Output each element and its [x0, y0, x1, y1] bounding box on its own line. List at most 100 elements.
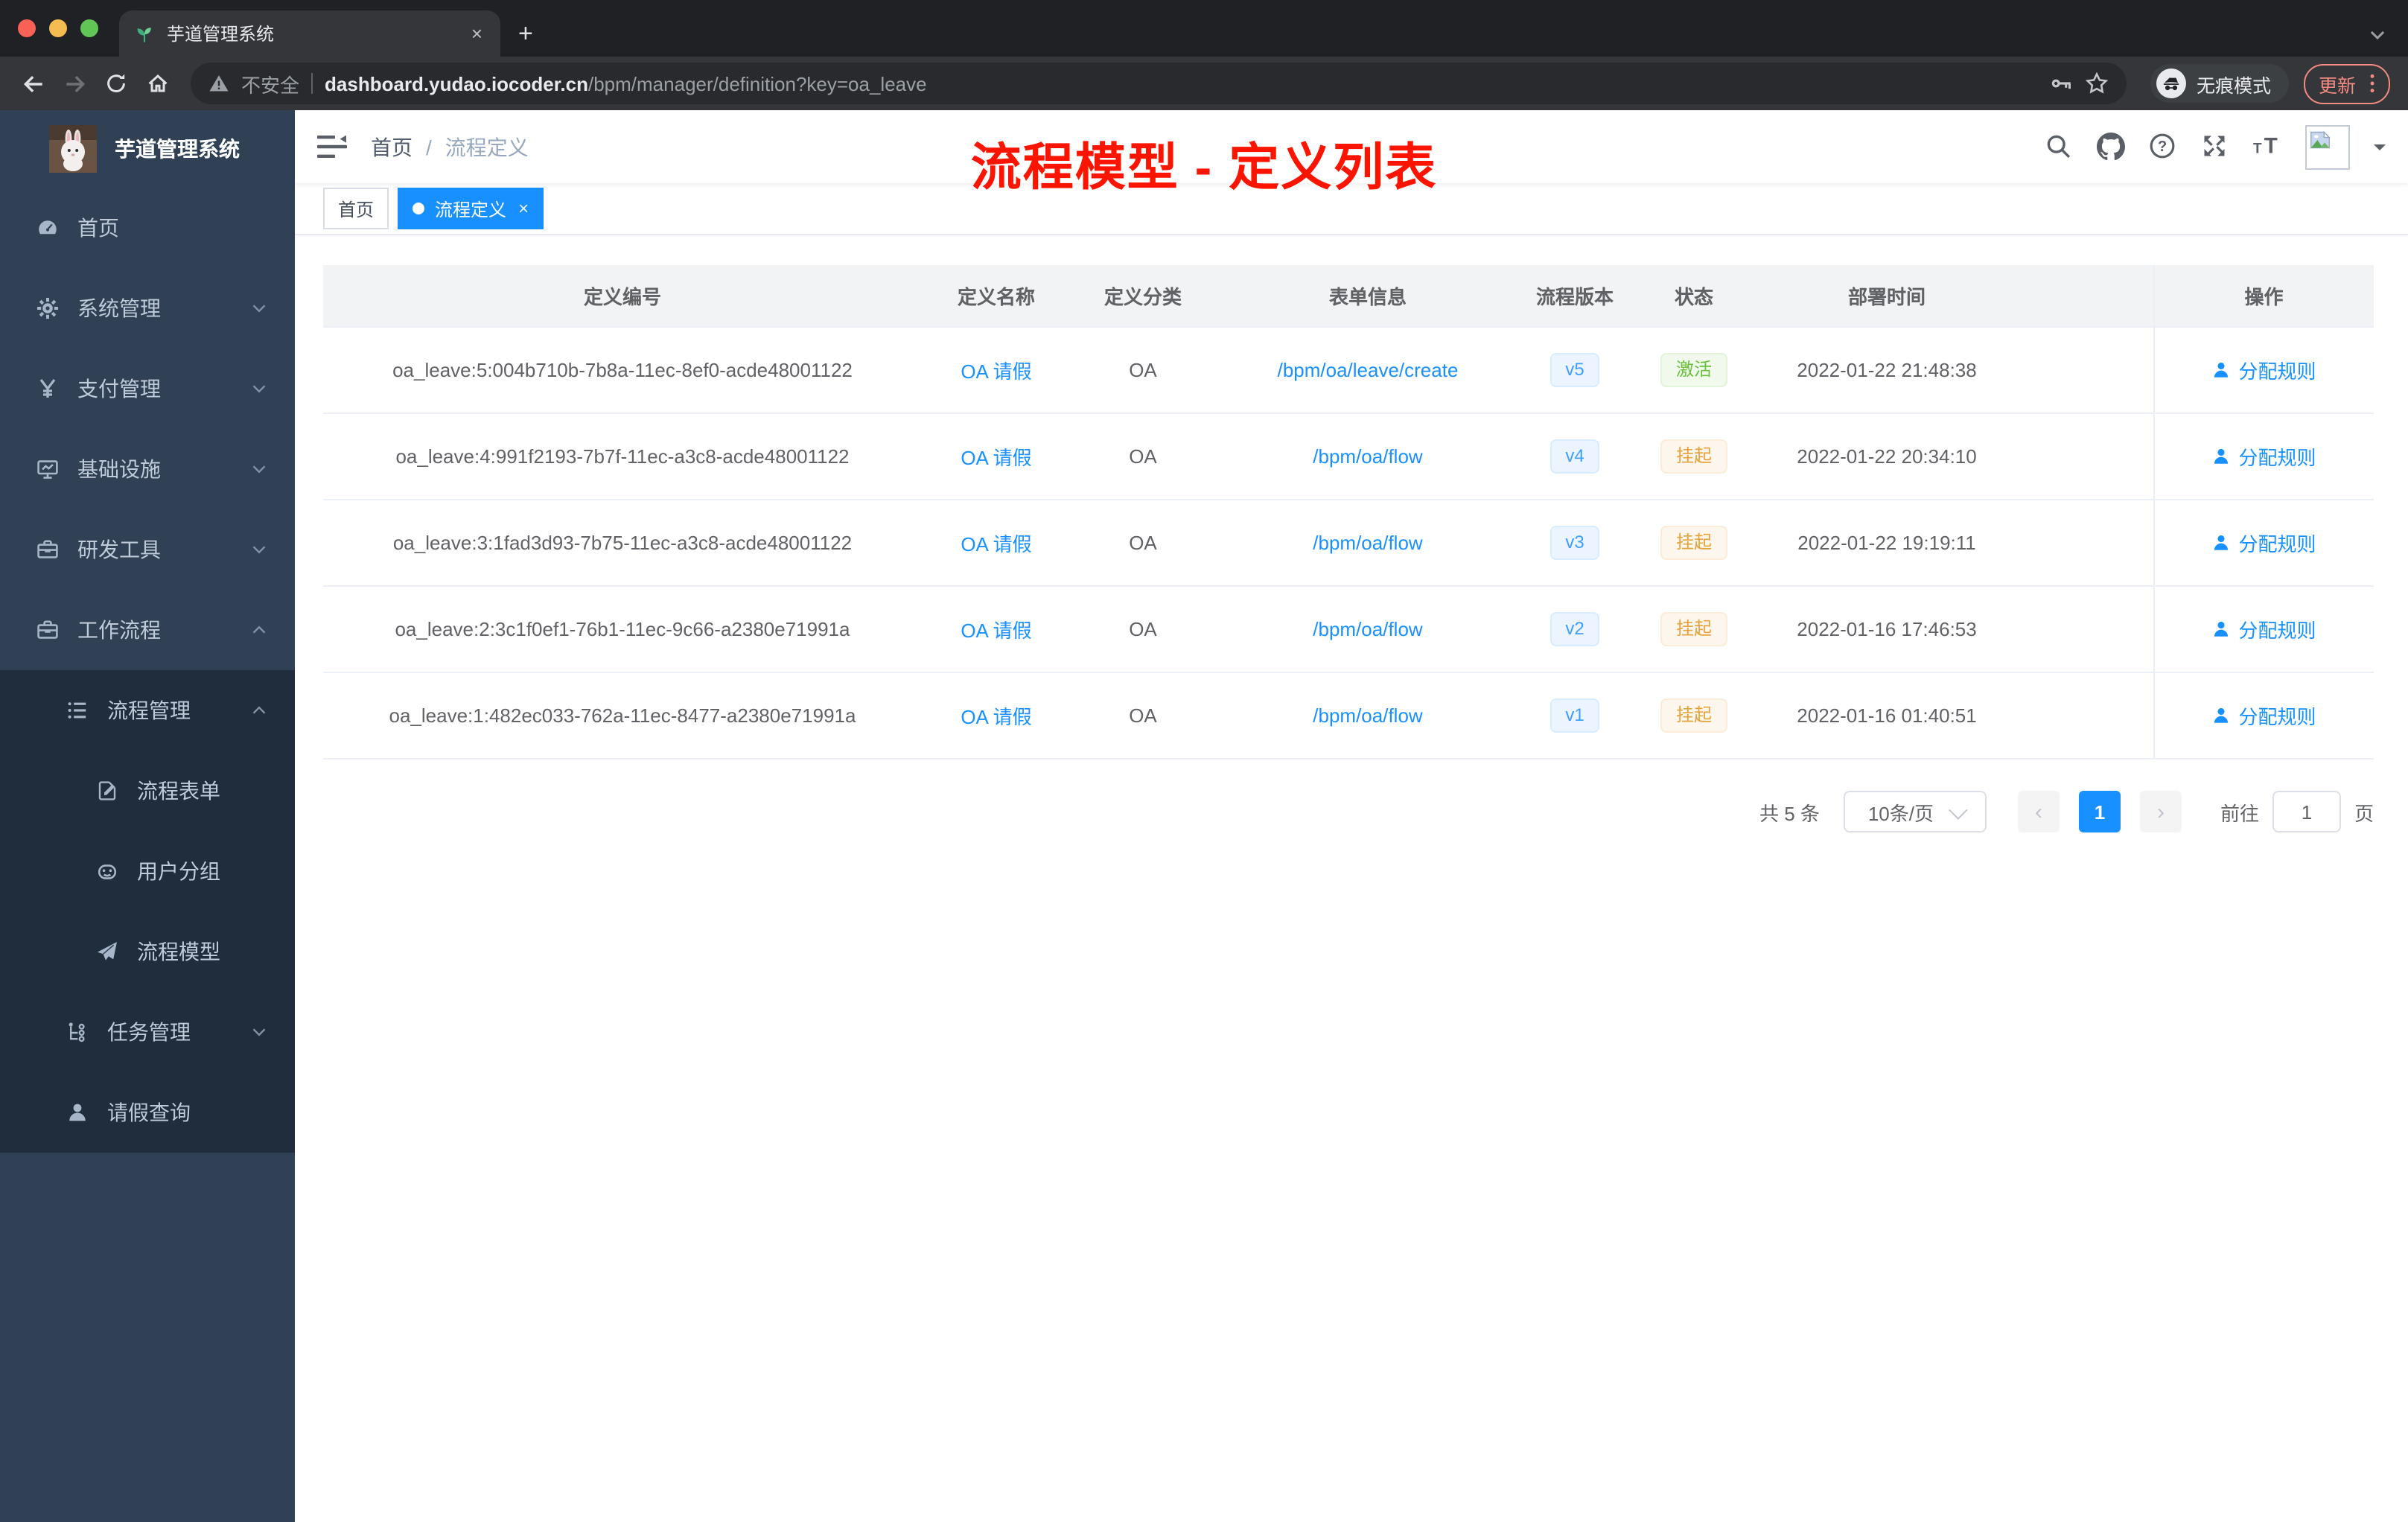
window-close-button[interactable] [18, 19, 36, 37]
address-bar[interactable]: 不安全 dashboard.yudao.iocoder.cn/bpm/manag… [191, 63, 2127, 104]
browser-chrome: 芋道管理系统 × + 不安全 dashboard.yudao.iocoder.c… [0, 0, 2408, 110]
tag-1[interactable]: 首页 [323, 188, 389, 229]
sidebar-item-7[interactable]: 流程管理 [0, 670, 295, 751]
pagination: 共 5 条 10条/页 ‹ 1 › 前往 页 [323, 791, 2374, 832]
sidebar-item-3[interactable]: 支付管理 [0, 348, 295, 429]
form-info-cell: /bpm/oa/flow [1215, 500, 1520, 587]
search-icon[interactable] [2045, 133, 2073, 161]
deploy-time-cell: 2022-01-22 20:34:10 [1759, 413, 2015, 500]
chrome-update-button[interactable]: 更新 [2303, 63, 2390, 104]
github-icon[interactable] [2097, 133, 2125, 161]
bookmark-star-icon[interactable] [2085, 71, 2109, 95]
sidebar-item-6[interactable]: 工作流程 [0, 590, 295, 670]
assign-rule-link[interactable]: 分配规则 [2211, 529, 2316, 557]
assign-rule-label: 分配规则 [2238, 620, 2316, 642]
current-page-button[interactable]: 1 [2078, 791, 2121, 832]
definition-name-link[interactable]: OA 请假 [961, 360, 1031, 383]
form-link[interactable]: /bpm/oa/flow [1313, 704, 1422, 727]
sidebar-item-1[interactable]: 首页 [0, 188, 295, 268]
pagination-total: 共 5 条 [1759, 802, 1820, 824]
chevron-down-icon [250, 380, 268, 398]
form-link[interactable]: /bpm/oa/flow [1313, 532, 1422, 554]
definition-name-link[interactable]: OA 请假 [961, 533, 1031, 555]
assign-rule-link[interactable]: 分配规则 [2211, 701, 2316, 730]
sidebar-item-4[interactable]: 基础设施 [0, 429, 295, 509]
form-info-cell: /bpm/oa/flow [1215, 413, 1520, 500]
breadcrumb-separator: / [426, 135, 432, 159]
status-badge: 挂起 [1660, 525, 1727, 561]
screen: 芋道管理系统 × + 不安全 dashboard.yudao.iocoder.c… [0, 0, 2408, 1522]
assign-rule-link[interactable]: 分配规则 [2211, 615, 2316, 643]
yen-icon [36, 377, 60, 401]
window-controls [0, 0, 119, 57]
window-minimize-button[interactable] [49, 19, 67, 37]
help-icon[interactable]: ? [2149, 133, 2177, 161]
sidebar-item-label: 首页 [77, 216, 119, 240]
definition-id-cell: oa_leave:5:004b710b-7b8a-11ec-8ef0-acde4… [323, 327, 922, 414]
tag-close-icon[interactable]: × [518, 198, 529, 219]
next-page-button[interactable]: › [2139, 791, 2182, 832]
back-button-icon[interactable] [12, 63, 54, 104]
sidebar-item-10[interactable]: 流程模型 [0, 911, 295, 992]
browser-menu-icon[interactable] [2369, 73, 2375, 94]
fullscreen-icon[interactable] [2201, 133, 2229, 161]
table-row: oa_leave:4:991f2193-7b7f-11ec-a3c8-acde4… [323, 413, 2374, 500]
browser-tab[interactable]: 芋道管理系统 × [119, 10, 500, 57]
definition-id-cell: oa_leave:2:3c1f0ef1-76b1-11ec-9c66-a2380… [323, 586, 922, 673]
prev-page-button[interactable]: ‹ [2017, 791, 2060, 832]
password-key-icon[interactable] [2049, 71, 2073, 95]
sidebar-item-2[interactable]: 系统管理 [0, 268, 295, 348]
sidebar-item-9[interactable]: 用户分组 [0, 831, 295, 911]
logo-image [49, 125, 97, 173]
tab-strip: 芋道管理系统 × + [0, 0, 2408, 57]
incognito-icon [2156, 69, 2186, 98]
avatar[interactable] [2305, 124, 2350, 169]
deploy-time-cell: 2022-01-22 21:48:38 [1759, 327, 2015, 414]
definition-name-link[interactable]: OA 请假 [961, 447, 1031, 469]
page-size-value: 10条/页 [1867, 802, 1934, 824]
form-link[interactable]: /bpm/oa/flow [1313, 618, 1422, 640]
main-area: 首页 / 流程定义 ? TT 首页 流程定义 × 定义编号 定义名称 定义分类 表单信息流… [295, 110, 2408, 1522]
hamburger-icon[interactable] [317, 134, 347, 159]
form-info-cell: /bpm/oa/leave/create [1215, 327, 1520, 414]
tag-2[interactable]: 流程定义 × [398, 188, 544, 229]
sidebar-item-11[interactable]: 任务管理 [0, 992, 295, 1072]
reload-button-icon[interactable] [95, 63, 137, 104]
form-link[interactable]: /bpm/oa/leave/create [1278, 359, 1459, 381]
forward-button-icon[interactable] [54, 63, 95, 104]
goto-page-input[interactable] [2272, 791, 2341, 832]
definition-table: 定义编号 定义名称 定义分类 表单信息 流程版本 状态 部署时间 操作 oa_leave:5:0… [323, 265, 2374, 760]
status-cell: 激活 [1629, 327, 1759, 414]
user-icon [2211, 706, 2231, 725]
form-link[interactable]: /bpm/oa/flow [1313, 445, 1422, 468]
sidebar-logo[interactable]: 芋道管理系统 [0, 110, 295, 188]
home-button-icon[interactable] [137, 63, 179, 104]
window-maximize-button[interactable] [80, 19, 98, 37]
breadcrumb-home[interactable]: 首页 [371, 132, 413, 162]
definition-name-link[interactable]: OA 请假 [961, 620, 1031, 642]
definition-name-cell: OA 请假 [922, 327, 1071, 414]
definition-category-cell: OA [1071, 672, 1215, 760]
definition-name-link[interactable]: OA 请假 [961, 706, 1031, 728]
tab-close-icon[interactable]: × [468, 22, 485, 45]
version-cell: v5 [1520, 327, 1629, 414]
font-size-icon[interactable]: TT [2253, 133, 2281, 161]
sidebar-item-5[interactable]: 研发工具 [0, 509, 295, 590]
security-label[interactable]: 不安全 [241, 69, 299, 98]
svg-text:?: ? [2158, 138, 2167, 155]
sidebar-item-label: 任务管理 [107, 1020, 191, 1044]
avatar-caret-down-icon[interactable] [2374, 144, 2386, 156]
update-label[interactable]: 更新 [2319, 69, 2356, 98]
page-size-select[interactable]: 10条/页 [1843, 791, 1987, 832]
assign-rule-link[interactable]: 分配规则 [2211, 442, 2316, 471]
new-tab-button[interactable]: + [518, 21, 533, 46]
version-badge: v4 [1550, 439, 1599, 474]
sidebar-item-12[interactable]: 请假查询 [0, 1072, 295, 1153]
sidebar-item-8[interactable]: 流程表单 [0, 751, 295, 831]
assign-rule-link[interactable]: 分配规则 [2211, 356, 2316, 384]
app-title: 芋道管理系统 [115, 137, 240, 161]
deploy-time-cell: 2022-01-16 01:40:51 [1759, 672, 2015, 760]
column-header-4: 表单信息 [1215, 265, 1520, 328]
tab-search-chevron-icon[interactable] [2368, 25, 2387, 45]
chevron-up-icon [250, 621, 268, 639]
